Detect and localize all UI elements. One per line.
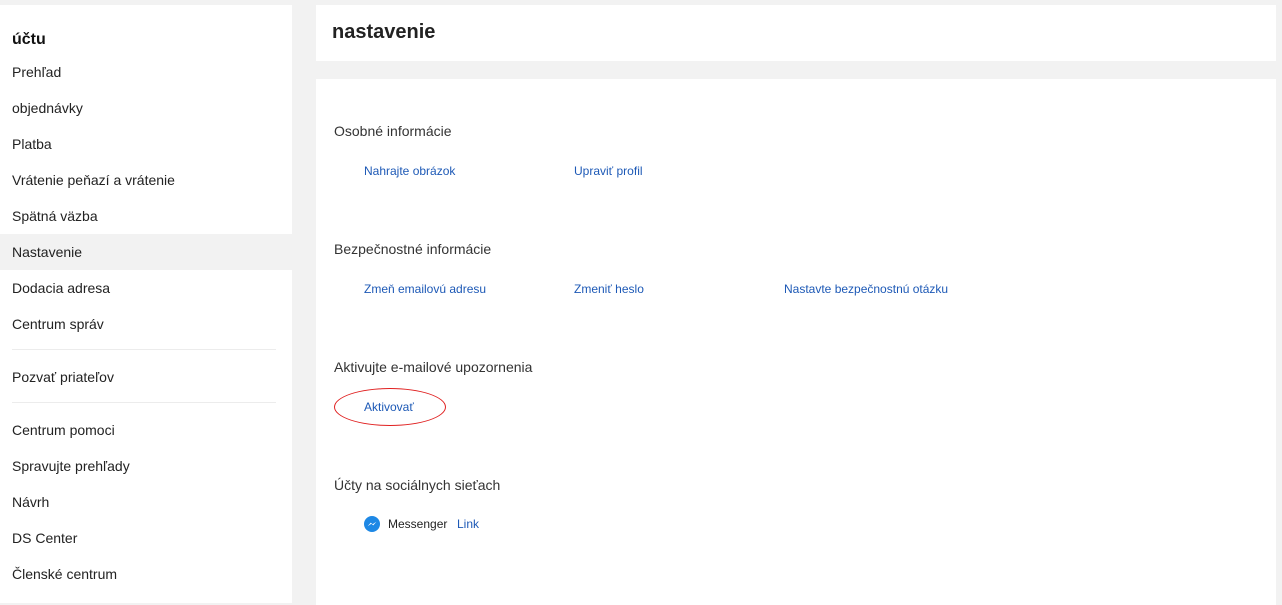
settings-content: Osobné informácie Nahrajte obrázok Uprav…	[316, 79, 1276, 605]
page-title: nastavenie	[332, 21, 436, 43]
sidebar-item-suggestion[interactable]: Návrh	[0, 484, 292, 520]
section-title-email-notifications: Aktivujte e-mailové upozornenia	[334, 359, 533, 375]
messenger-icon	[364, 516, 380, 532]
sidebar-item-orders[interactable]: objednávky	[0, 90, 292, 126]
account-sidebar: účtu Prehľad objednávky Platba Vrátenie …	[0, 5, 292, 603]
activate-notifications-link[interactable]: Aktivovať	[364, 400, 414, 414]
sidebar-divider	[12, 349, 276, 350]
sidebar-item-settings[interactable]: Nastavenie	[0, 234, 292, 270]
messenger-link-button[interactable]: Link	[457, 517, 479, 531]
upload-picture-link[interactable]: Nahrajte obrázok	[364, 164, 455, 178]
sidebar-divider	[12, 402, 276, 403]
sidebar-item-help-center[interactable]: Centrum pomoci	[0, 412, 292, 448]
sidebar-item-member-center[interactable]: Členské centrum	[0, 556, 292, 592]
security-question-link[interactable]: Nastavte bezpečnostnú otázku	[784, 282, 948, 296]
sidebar-item-refunds-returns[interactable]: Vrátenie peňazí a vrátenie	[0, 162, 292, 198]
sidebar-item-message-center[interactable]: Centrum správ	[0, 306, 292, 342]
sidebar-item-invite-friends[interactable]: Pozvať priateľov	[0, 359, 292, 395]
sidebar-item-overview[interactable]: Prehľad	[0, 54, 292, 90]
sidebar-item-payment[interactable]: Platba	[0, 126, 292, 162]
section-title-security-info: Bezpečnostné informácie	[334, 241, 492, 257]
change-email-link[interactable]: Zmeň emailovú adresu	[364, 282, 486, 296]
sidebar-item-ds-center[interactable]: DS Center	[0, 520, 292, 556]
sidebar-item-feedback[interactable]: Spätná väzba	[0, 198, 292, 234]
messenger-label: Messenger	[388, 517, 448, 531]
sidebar-item-shipping-address[interactable]: Dodacia adresa	[0, 270, 292, 306]
sidebar-item-manage-reports[interactable]: Spravujte prehľady	[0, 448, 292, 484]
change-password-link[interactable]: Zmeniť heslo	[574, 282, 644, 296]
page-header: nastavenie	[316, 5, 1276, 61]
edit-profile-link[interactable]: Upraviť profil	[574, 164, 643, 178]
section-title-social-accounts: Účty na sociálnych sieťach	[334, 477, 501, 493]
sidebar-title: účtu	[12, 31, 46, 48]
section-title-personal-info: Osobné informácie	[334, 123, 452, 139]
